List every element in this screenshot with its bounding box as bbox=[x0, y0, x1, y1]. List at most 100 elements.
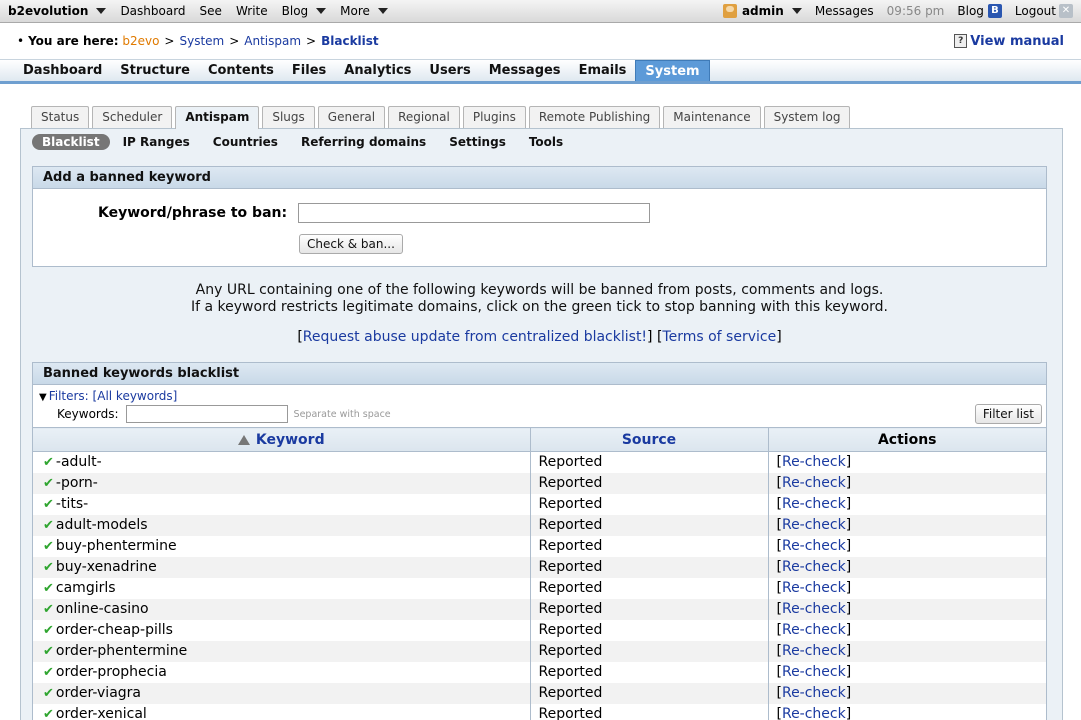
column-source[interactable]: Source bbox=[530, 427, 769, 452]
bullet-icon: • bbox=[17, 34, 25, 48]
source-cell: Reported bbox=[530, 703, 769, 720]
green-tick-icon[interactable]: ✔ bbox=[43, 665, 54, 680]
blacklist-table: Keyword Source Actions ✔ -adult- Reported[… bbox=[33, 427, 1046, 720]
green-tick-icon[interactable]: ✔ bbox=[43, 518, 54, 533]
keyword-cell: ✔ adult-models bbox=[33, 514, 531, 536]
tab-scheduler[interactable]: Scheduler bbox=[92, 106, 173, 128]
system-tabs: Status Scheduler Antispam Slugs General … bbox=[31, 106, 853, 129]
keyword-text: adult-models bbox=[55, 517, 148, 533]
user-menu[interactable]: admin bbox=[722, 4, 802, 18]
recheck-link[interactable]: Re-check bbox=[782, 664, 846, 680]
recheck-link[interactable]: Re-check bbox=[782, 643, 846, 659]
logout-link[interactable]: Logout ✕ bbox=[1015, 4, 1073, 18]
keyword-text: order-cheap-pills bbox=[55, 622, 173, 638]
recheck-link[interactable]: Re-check bbox=[782, 496, 846, 512]
source-cell: Reported bbox=[530, 514, 769, 536]
view-manual-link[interactable]: ? View manual bbox=[954, 34, 1064, 49]
evobar-write[interactable]: Write bbox=[236, 4, 268, 18]
recheck-link[interactable]: Re-check bbox=[782, 622, 846, 638]
subtab-referring-domains[interactable]: Referring domains bbox=[301, 135, 426, 149]
filter-list-button[interactable]: Filter list bbox=[974, 404, 1042, 424]
keyword-cell: ✔ -porn- bbox=[33, 472, 531, 494]
green-tick-icon[interactable]: ✔ bbox=[43, 539, 54, 554]
tab-regional[interactable]: Regional bbox=[388, 106, 460, 128]
green-tick-icon[interactable]: ✔ bbox=[43, 644, 54, 659]
chevron-down-icon bbox=[316, 8, 327, 14]
green-tick-icon[interactable]: ✔ bbox=[43, 560, 54, 575]
tab-plugins[interactable]: Plugins bbox=[462, 106, 526, 128]
recheck-link[interactable]: Re-check bbox=[782, 454, 846, 470]
brand-menu[interactable]: b2evolution bbox=[8, 4, 107, 18]
menu-structure[interactable]: Structure bbox=[111, 60, 199, 81]
tab-maintenance[interactable]: Maintenance bbox=[663, 106, 761, 128]
request-abuse-update-link[interactable]: Request abuse update from centralized bl… bbox=[303, 329, 647, 345]
table-row: ✔ buy-phentermine Reported [Re-check] bbox=[33, 535, 1046, 557]
recheck-link[interactable]: Re-check bbox=[782, 517, 846, 533]
menu-dashboard[interactable]: Dashboard bbox=[14, 60, 111, 81]
recheck-link[interactable]: Re-check bbox=[782, 538, 846, 554]
tab-slugs[interactable]: Slugs bbox=[262, 106, 315, 128]
table-row: ✔ camgirls Reported [Re-check] bbox=[33, 577, 1046, 599]
breadcrumb-antispam[interactable]: Antispam bbox=[244, 34, 301, 48]
menu-system[interactable]: System bbox=[635, 60, 710, 81]
blog-link[interactable]: Blog B bbox=[957, 4, 1002, 18]
menu-files[interactable]: Files bbox=[283, 60, 335, 81]
breadcrumb-system[interactable]: System bbox=[179, 34, 224, 48]
menu-users[interactable]: Users bbox=[420, 60, 479, 81]
evobar: b2evolution Dashboard See Write Blog Mor… bbox=[0, 0, 1081, 23]
green-tick-icon[interactable]: ✔ bbox=[43, 623, 54, 638]
filters-label[interactable]: Filters: bbox=[49, 389, 89, 403]
evobar-blog-menu[interactable]: Blog bbox=[282, 4, 327, 18]
green-tick-icon[interactable]: ✔ bbox=[43, 497, 54, 512]
breadcrumb-separator: > bbox=[164, 34, 175, 48]
menu-messages[interactable]: Messages bbox=[480, 60, 570, 81]
table-row: ✔ -adult- Reported [Re-check] bbox=[33, 451, 1046, 473]
keyword-cell: ✔ -adult- bbox=[33, 451, 531, 473]
main-menu: Dashboard Structure Contents Files Analy… bbox=[0, 59, 1081, 84]
breadcrumb-home[interactable]: b2evo bbox=[122, 34, 159, 48]
terms-of-service-link[interactable]: Terms of service bbox=[662, 329, 776, 345]
table-row: ✔ online-casino Reported [Re-check] bbox=[33, 598, 1046, 620]
recheck-link[interactable]: Re-check bbox=[782, 559, 846, 575]
actions-cell: [Re-check] bbox=[768, 472, 1046, 494]
green-tick-icon[interactable]: ✔ bbox=[43, 476, 54, 491]
recheck-link[interactable]: Re-check bbox=[782, 601, 846, 617]
column-keyword[interactable]: Keyword bbox=[33, 427, 531, 452]
recheck-link[interactable]: Re-check bbox=[782, 706, 846, 720]
subtab-countries[interactable]: Countries bbox=[213, 135, 278, 149]
clock-time: 09:56 pm bbox=[886, 4, 945, 18]
tab-remote-publishing[interactable]: Remote Publishing bbox=[528, 106, 661, 128]
tab-antispam[interactable]: Antispam bbox=[175, 106, 260, 129]
green-tick-icon[interactable]: ✔ bbox=[43, 455, 54, 470]
keyword-text: camgirls bbox=[55, 580, 116, 596]
tab-system-log[interactable]: System log bbox=[763, 106, 851, 128]
green-tick-icon[interactable]: ✔ bbox=[43, 707, 54, 720]
breadcrumb-separator: > bbox=[306, 34, 317, 48]
menu-analytics[interactable]: Analytics bbox=[335, 60, 420, 81]
keywords-filter-input[interactable] bbox=[125, 405, 288, 423]
keyword-ban-input[interactable] bbox=[298, 203, 651, 223]
green-tick-icon[interactable]: ✔ bbox=[43, 581, 54, 596]
filters-toggle[interactable]: ▼ Filters: [All keywords] bbox=[33, 385, 1046, 403]
subtab-settings[interactable]: Settings bbox=[449, 135, 506, 149]
evobar-more-menu[interactable]: More bbox=[340, 4, 388, 18]
recheck-link[interactable]: Re-check bbox=[782, 475, 846, 491]
messages-link[interactable]: Messages bbox=[815, 4, 874, 18]
source-cell: Reported bbox=[530, 472, 769, 494]
subtab-ip-ranges[interactable]: IP Ranges bbox=[123, 135, 190, 149]
evobar-dashboard[interactable]: Dashboard bbox=[120, 4, 185, 18]
menu-contents[interactable]: Contents bbox=[199, 60, 283, 81]
green-tick-icon[interactable]: ✔ bbox=[43, 602, 54, 617]
menu-emails[interactable]: Emails bbox=[570, 60, 636, 81]
tab-status[interactable]: Status bbox=[31, 106, 90, 128]
tab-general[interactable]: General bbox=[317, 106, 386, 128]
column-actions: Actions bbox=[768, 427, 1046, 452]
subtab-tools[interactable]: Tools bbox=[529, 135, 563, 149]
check-and-ban-button[interactable]: Check & ban... bbox=[299, 234, 403, 254]
recheck-link[interactable]: Re-check bbox=[782, 685, 846, 701]
recheck-link[interactable]: Re-check bbox=[782, 580, 846, 596]
evobar-see[interactable]: See bbox=[200, 4, 222, 18]
subtab-blacklist[interactable]: Blacklist bbox=[32, 134, 110, 150]
green-tick-icon[interactable]: ✔ bbox=[43, 686, 54, 701]
all-keywords-link[interactable]: [All keywords] bbox=[93, 389, 178, 403]
